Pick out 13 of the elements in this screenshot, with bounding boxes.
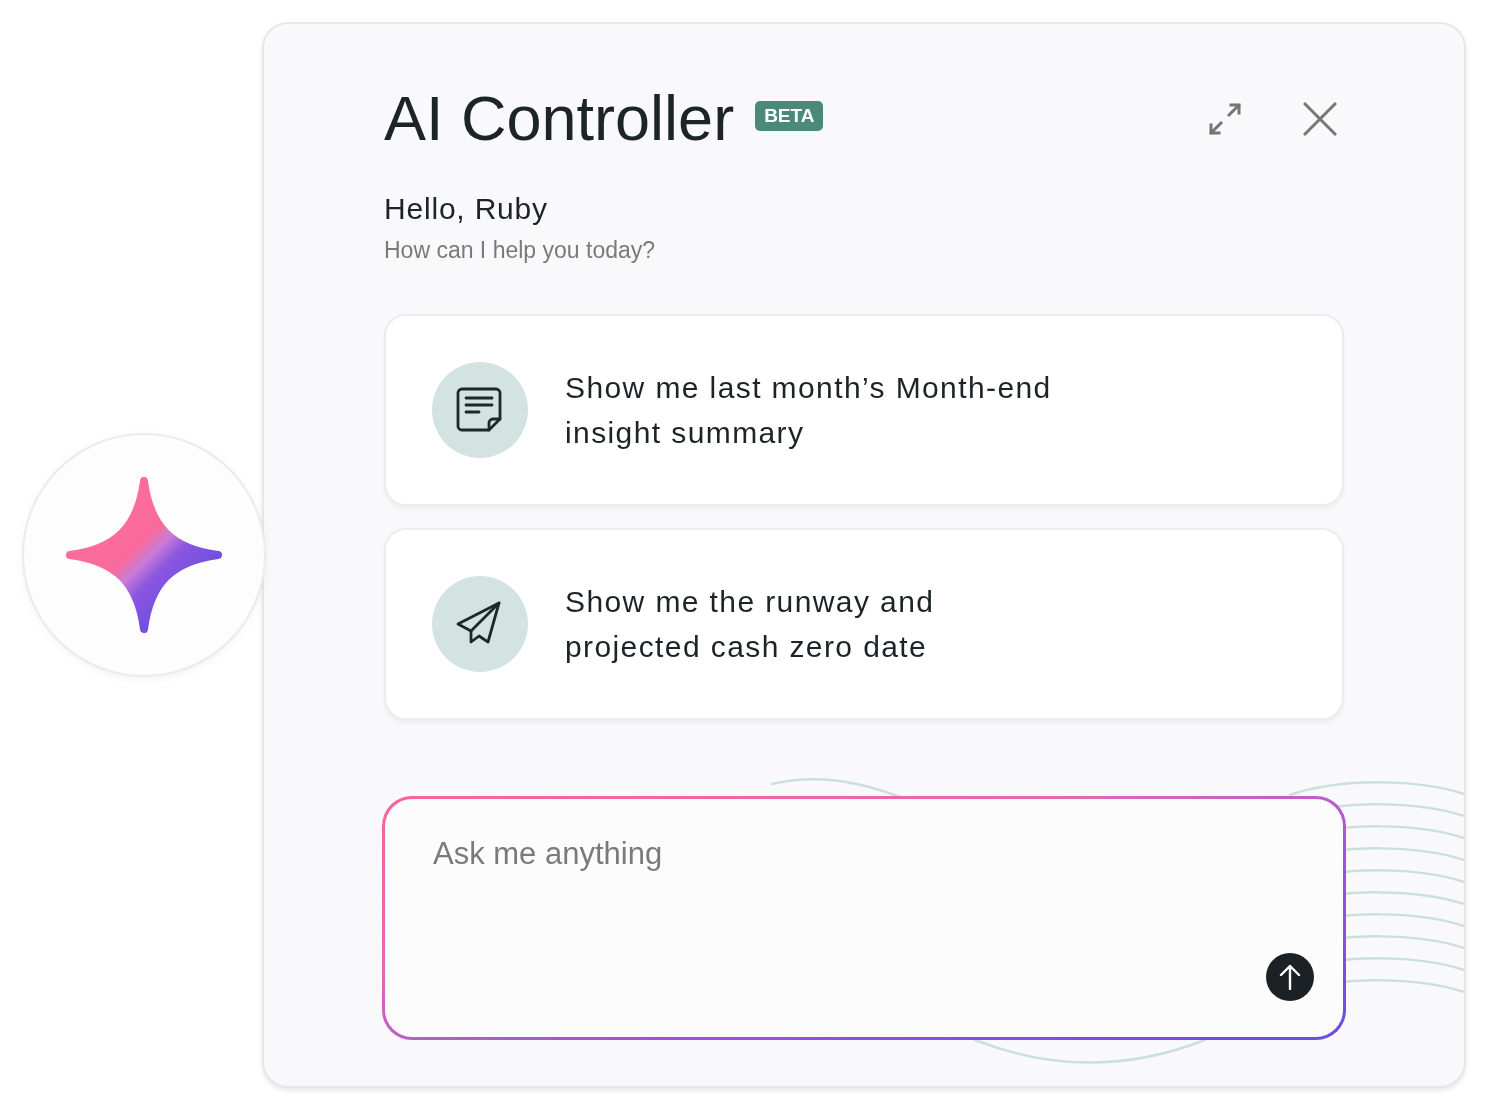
sparkle-icon [66,477,222,633]
suggestion-card[interactable]: Show me the runway and projected cash zero date [384,528,1344,720]
expand-icon [1208,101,1242,136]
prompt-field[interactable]: Ask me anything [382,796,1346,1040]
arrow-up-icon [1279,964,1301,990]
close-icon [1303,101,1337,136]
beta-badge: BETA [755,100,824,131]
greeting-text: Hello, Ruby [384,191,549,227]
panel-title: AI Controller [384,87,735,150]
paper-plane-icon [432,576,528,672]
subtitle-text: How can I help you today? [384,236,657,264]
suggestion-card[interactable]: Show me last month’s Month-end insight summary [384,314,1344,506]
note-icon [432,362,528,458]
